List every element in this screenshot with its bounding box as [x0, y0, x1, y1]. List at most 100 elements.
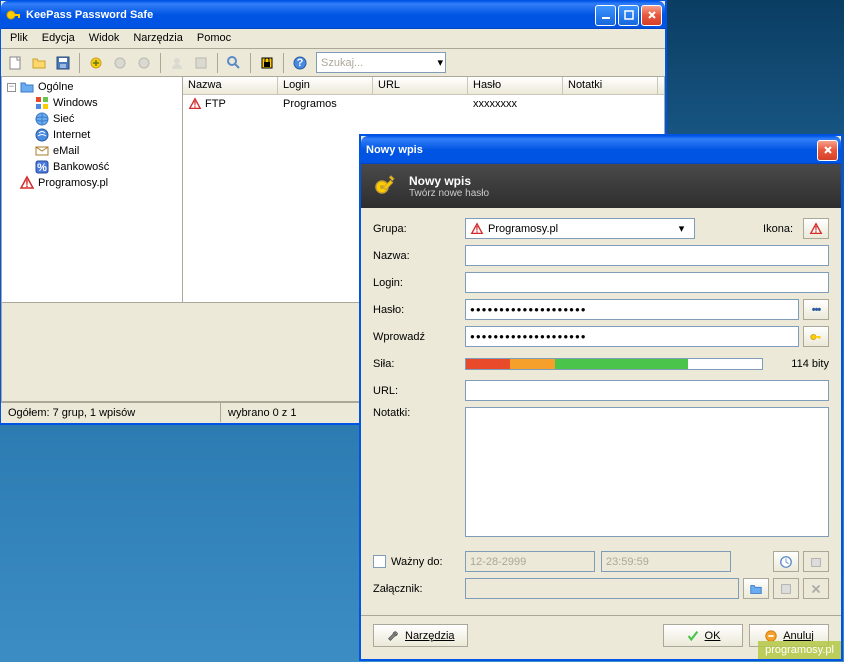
password-input[interactable]: ●●●●●●●●●●●●●●●●●●●●	[465, 299, 799, 320]
collapse-icon[interactable]: −	[4, 83, 19, 92]
ok-button[interactable]: OK	[663, 624, 743, 647]
dialog-window-controls	[817, 140, 838, 161]
key-icon	[373, 172, 401, 200]
wrench-icon	[386, 629, 400, 643]
repeat-password-input[interactable]: ●●●●●●●●●●●●●●●●●●●●	[465, 326, 799, 347]
label-valid-to: Ważny do:	[391, 556, 443, 568]
tree-item-banking[interactable]: % Bankowość	[4, 159, 180, 175]
column-login[interactable]: Login	[278, 77, 373, 94]
label-icon: Ikona:	[763, 223, 793, 235]
check-icon	[686, 629, 700, 643]
attach-open-button[interactable]	[743, 578, 769, 599]
main-titlebar[interactable]: KeePass Password Safe	[1, 1, 665, 29]
find-icon[interactable]	[223, 52, 245, 74]
internet-icon	[34, 127, 50, 143]
minimize-button[interactable]	[595, 5, 616, 26]
entry-name: FTP	[205, 98, 226, 110]
valid-to-checkbox[interactable]	[373, 555, 386, 568]
chevron-down-icon[interactable]: ▾	[673, 222, 690, 235]
cancel-label: Anuluj	[783, 630, 814, 642]
list-header: Nazwa Login URL Hasło Notatki	[183, 77, 664, 95]
menu-edit[interactable]: Edycja	[35, 29, 82, 48]
cell-name: ! FTP	[183, 95, 278, 112]
calendar-button[interactable]	[803, 551, 829, 572]
notes-textarea[interactable]	[465, 407, 829, 537]
icon-picker-button[interactable]: !	[803, 218, 829, 239]
maximize-button[interactable]	[618, 5, 639, 26]
status-selected: wybrano 0 z 1	[221, 403, 361, 422]
list-row[interactable]: ! FTP Programos xxxxxxxx	[183, 95, 664, 112]
dialog-close-button[interactable]	[817, 140, 838, 161]
login-input[interactable]	[465, 272, 829, 293]
tree-item-internet[interactable]: Internet	[4, 127, 180, 143]
tree-label: Bankowość	[53, 161, 109, 173]
toolbar-separator	[283, 53, 284, 73]
menu-help[interactable]: Pomoc	[190, 29, 238, 48]
tree-item-network[interactable]: Sieć	[4, 111, 180, 127]
menu-file[interactable]: Plik	[3, 29, 35, 48]
watermark: programosy.pl	[758, 641, 841, 659]
tree-item-programosy[interactable]: ! Programosy.pl	[4, 175, 180, 191]
lock-icon[interactable]	[256, 52, 278, 74]
email-icon	[34, 143, 50, 159]
new-file-icon[interactable]	[4, 52, 26, 74]
copy-pass-icon[interactable]	[190, 52, 212, 74]
open-folder-icon[interactable]	[28, 52, 50, 74]
label-password: Hasło:	[373, 304, 465, 316]
warning-icon: !	[188, 97, 202, 111]
status-groups: Ogółem: 7 grup, 1 wpisów	[1, 403, 221, 422]
show-password-button[interactable]: •••	[803, 299, 829, 320]
column-url[interactable]: URL	[373, 77, 468, 94]
clock-button[interactable]	[773, 551, 799, 572]
tree-item-windows[interactable]: Windows	[4, 95, 180, 111]
strength-meter	[465, 358, 763, 370]
save-icon[interactable]	[52, 52, 74, 74]
url-input[interactable]	[465, 380, 829, 401]
label-strength: Siła:	[373, 358, 465, 370]
chevron-down-icon[interactable]: ▾	[437, 56, 443, 69]
menu-view[interactable]: Widok	[82, 29, 127, 48]
svg-text:%: %	[37, 162, 47, 174]
column-notes[interactable]: Notatki	[563, 77, 658, 94]
attach-save-button[interactable]	[773, 578, 799, 599]
valid-date-input: 12-28-2999	[465, 551, 595, 572]
attach-delete-button[interactable]	[803, 578, 829, 599]
svg-text:!: !	[193, 99, 196, 110]
label-repeat: Wprowadź	[373, 331, 465, 343]
warning-icon: !	[470, 222, 484, 236]
tools-button[interactable]: Narzędzia	[373, 624, 468, 647]
svg-text:!: !	[25, 178, 29, 190]
column-name[interactable]: Nazwa	[183, 77, 278, 94]
dialog-titlebar[interactable]: Nowy wpis	[361, 136, 841, 164]
dialog-header-title: Nowy wpis	[409, 174, 489, 188]
dialog-title: Nowy wpis	[366, 144, 817, 156]
strength-text: 114 bity	[769, 358, 829, 370]
group-dropdown[interactable]: ! Programosy.pl ▾	[465, 218, 695, 239]
add-entry-icon[interactable]	[85, 52, 107, 74]
cell-url	[373, 95, 468, 112]
menu-tools[interactable]: Narzędzia	[126, 29, 190, 48]
svg-text:!: !	[814, 224, 817, 235]
dialog-header: Nowy wpis Twórz nowe hasło	[361, 164, 841, 208]
copy-user-icon[interactable]	[166, 52, 188, 74]
toolbar-separator	[250, 53, 251, 73]
edit-entry-icon[interactable]	[109, 52, 131, 74]
svg-text:?: ?	[297, 57, 304, 69]
cell-login: Programos	[278, 95, 373, 112]
tree-label: Windows	[53, 97, 98, 109]
tree-label: eMail	[53, 145, 79, 157]
search-input[interactable]: Szukaj... ▾	[316, 52, 446, 73]
tree-item-email[interactable]: eMail	[4, 143, 180, 159]
delete-entry-icon[interactable]	[133, 52, 155, 74]
help-icon[interactable]: ?	[289, 52, 311, 74]
tree-root[interactable]: − Ogólne	[4, 79, 180, 95]
search-placeholder: Szukaj...	[321, 57, 363, 69]
tree-label: Programosy.pl	[38, 177, 108, 189]
name-input[interactable]	[465, 245, 829, 266]
label-group: Grupa:	[373, 223, 465, 235]
column-password[interactable]: Hasło	[468, 77, 563, 94]
close-button[interactable]	[641, 5, 662, 26]
group-tree[interactable]: − Ogólne Windows Sieć Internet eMail	[1, 77, 183, 303]
generate-password-button[interactable]	[803, 326, 829, 347]
percent-icon: %	[34, 159, 50, 175]
